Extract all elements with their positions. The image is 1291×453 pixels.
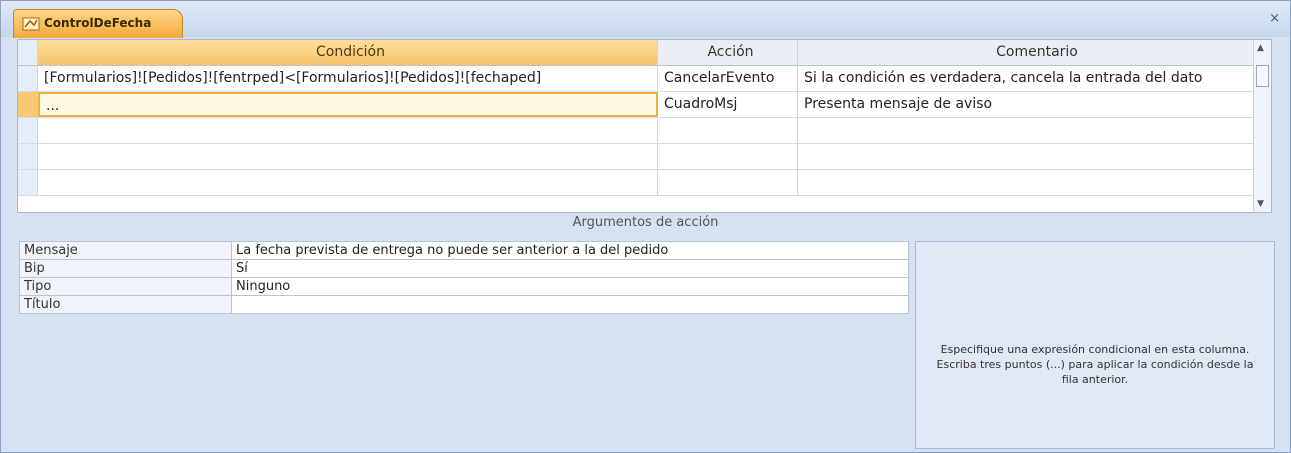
argument-row[interactable]: Mensaje La fecha prevista de entrega no … bbox=[19, 241, 909, 260]
table-row[interactable] bbox=[18, 144, 1271, 170]
comment-cell[interactable]: Si la condición es verdadera, cancela la… bbox=[798, 66, 1270, 91]
macro-window: ControlDeFecha × Condición Acción Coment… bbox=[0, 0, 1291, 453]
action-cell[interactable] bbox=[658, 170, 798, 195]
comment-cell[interactable]: Presenta mensaje de aviso bbox=[798, 92, 1270, 117]
arguments-title: Argumentos de acción bbox=[572, 215, 719, 230]
row-selector[interactable] bbox=[18, 66, 38, 91]
mensaje-field[interactable]: La fecha prevista de entrega no puede se… bbox=[232, 242, 908, 259]
action-cell[interactable]: CancelarEvento bbox=[658, 66, 798, 91]
argument-label: Tipo bbox=[20, 278, 232, 295]
titulo-field[interactable] bbox=[232, 296, 908, 313]
scroll-up-icon[interactable]: ▲ bbox=[1257, 43, 1264, 53]
column-header-accion[interactable]: Acción bbox=[658, 40, 798, 65]
table-row[interactable] bbox=[18, 118, 1271, 144]
help-text: Especifique una expresión condicional en… bbox=[936, 343, 1254, 386]
row-selector-header[interactable] bbox=[18, 40, 38, 65]
action-cell[interactable] bbox=[658, 144, 798, 169]
scroll-down-icon[interactable]: ▼ bbox=[1257, 199, 1264, 209]
tipo-field[interactable]: Ninguno bbox=[232, 278, 908, 295]
condition-cell[interactable] bbox=[38, 170, 658, 195]
table-row[interactable] bbox=[18, 170, 1271, 196]
action-cell[interactable]: CuadroMsj bbox=[658, 92, 798, 117]
vertical-scrollbar[interactable]: ▲ ▼ bbox=[1253, 40, 1271, 212]
condition-cell[interactable] bbox=[38, 118, 658, 143]
comment-cell[interactable] bbox=[798, 144, 1270, 169]
macro-icon bbox=[22, 17, 40, 31]
row-selector[interactable] bbox=[18, 170, 38, 195]
column-header-condicion[interactable]: Condición bbox=[38, 40, 658, 65]
column-header-comentario[interactable]: Comentario bbox=[798, 40, 1270, 65]
argument-label: Bip bbox=[20, 260, 232, 277]
argument-label: Mensaje bbox=[20, 242, 232, 259]
argument-row[interactable]: Bip Sí bbox=[19, 260, 909, 278]
close-icon[interactable]: × bbox=[1269, 11, 1280, 26]
condition-cell[interactable] bbox=[38, 144, 658, 169]
condition-cell[interactable]: [Formularios]![Pedidos]![fentrped]<[Form… bbox=[38, 66, 658, 91]
row-selector[interactable] bbox=[18, 144, 38, 169]
scroll-thumb[interactable] bbox=[1256, 65, 1269, 87]
action-arguments-panel: Mensaje La fecha prevista de entrega no … bbox=[19, 241, 909, 314]
macro-grid: Condición Acción Comentario [Formularios… bbox=[17, 39, 1272, 213]
comment-cell[interactable] bbox=[798, 170, 1270, 195]
table-row[interactable]: [Formularios]![Pedidos]![fentrped]<[Form… bbox=[18, 66, 1271, 92]
bip-field[interactable]: Sí bbox=[232, 260, 908, 277]
row-selector[interactable] bbox=[18, 92, 38, 117]
tab-controldefecha[interactable]: ControlDeFecha bbox=[13, 9, 183, 38]
table-row[interactable]: ... CuadroMsj Presenta mensaje de aviso bbox=[18, 92, 1271, 118]
tab-bar: ControlDeFecha × bbox=[1, 1, 1290, 38]
comment-cell[interactable] bbox=[798, 118, 1270, 143]
tab-label: ControlDeFecha bbox=[44, 16, 152, 30]
condition-cell[interactable]: ... bbox=[38, 92, 658, 117]
argument-row[interactable]: Título bbox=[19, 296, 909, 314]
argument-label: Título bbox=[20, 296, 232, 313]
row-selector[interactable] bbox=[18, 118, 38, 143]
help-panel: Especifique una expresión condicional en… bbox=[915, 241, 1275, 449]
argument-row[interactable]: Tipo Ninguno bbox=[19, 278, 909, 296]
action-cell[interactable] bbox=[658, 118, 798, 143]
grid-header: Condición Acción Comentario bbox=[18, 40, 1271, 66]
